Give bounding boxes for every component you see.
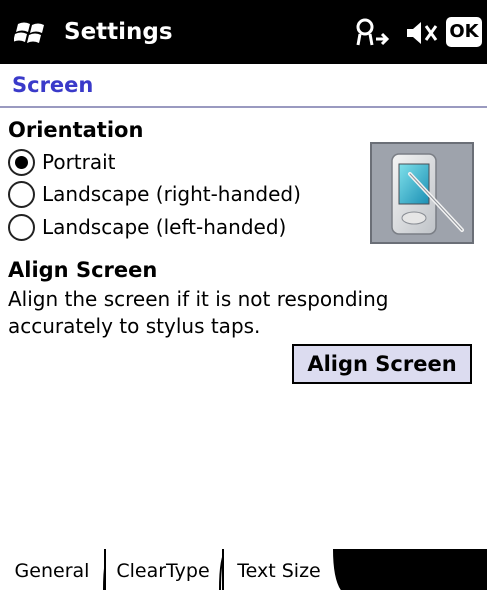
align-description: Align the screen if it is not responding… [8, 287, 389, 338]
title-bar: Settings OK [0, 0, 487, 64]
tab-cleartype[interactable]: ClearType [104, 549, 220, 590]
radio-button[interactable] [8, 214, 35, 241]
header-divider [0, 106, 487, 108]
ok-button[interactable]: OK [446, 17, 482, 47]
align-heading: Align Screen [8, 258, 158, 282]
volume-muted-icon[interactable] [405, 18, 439, 48]
tab-label: ClearType [116, 560, 210, 582]
tab-general[interactable]: General [0, 549, 104, 590]
page-header: Screen [0, 64, 487, 104]
device-illustration [370, 142, 474, 244]
radio-label-landscape-left: Landscape (left-handed) [42, 215, 287, 239]
tab-text-size[interactable]: Text Size [222, 549, 334, 590]
tab-label: Text Size [237, 560, 321, 582]
pda-stylus-icon [391, 153, 464, 235]
radio-button[interactable] [8, 181, 35, 208]
radio-button-selected[interactable] [8, 149, 35, 176]
radio-label-portrait: Portrait [42, 150, 116, 174]
orientation-heading: Orientation [8, 118, 144, 142]
connectivity-icon[interactable] [352, 17, 392, 49]
tab-label: General [14, 560, 90, 582]
radio-label-landscape-right: Landscape (right-handed) [42, 182, 301, 206]
windows-flag-icon[interactable] [14, 18, 50, 48]
page-title: Screen [12, 73, 94, 97]
tab-separator [330, 549, 343, 590]
align-screen-button[interactable]: Align Screen [292, 344, 472, 384]
app-title: Settings [64, 19, 173, 45]
tab-bar: General ClearType Text Size [0, 549, 487, 590]
